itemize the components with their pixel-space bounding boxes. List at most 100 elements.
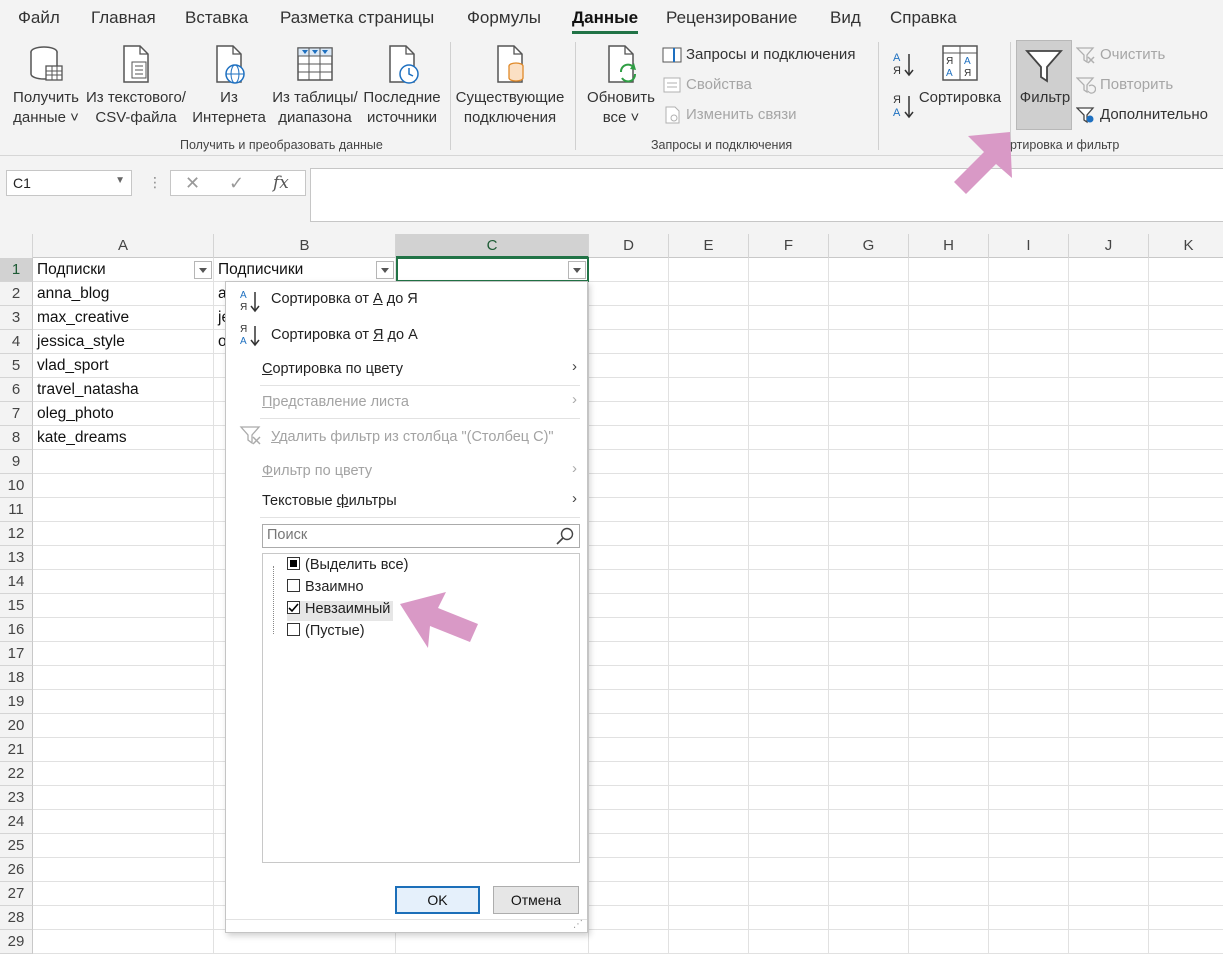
from-table-button[interactable]: Из таблицы/ диапазона <box>270 44 360 128</box>
row-header[interactable]: 19 <box>0 690 33 714</box>
filter-dropdown-a[interactable] <box>194 261 212 279</box>
enter-icon[interactable]: ✓ <box>229 173 244 194</box>
row-header[interactable]: 13 <box>0 546 33 570</box>
row-header[interactable]: 6 <box>0 378 33 402</box>
row-header[interactable]: 11 <box>0 498 33 522</box>
menu-sort-z-to-a[interactable]: Сортировка от Я до А <box>271 327 418 343</box>
row-header[interactable]: 27 <box>0 882 33 906</box>
clear-filter-button[interactable]: Очистить <box>1076 44 1165 66</box>
existing-connections-button[interactable]: Существующие подключения <box>455 44 565 128</box>
row-header[interactable]: 9 <box>0 450 33 474</box>
cancel-button[interactable]: Отмена <box>493 886 579 914</box>
properties-button[interactable]: Свойства <box>662 74 752 96</box>
recent-sources-button[interactable]: Последние источники <box>362 44 442 128</box>
tab-help[interactable]: Справка <box>890 8 957 28</box>
advanced-filter-button[interactable]: Дополнительно <box>1076 104 1208 126</box>
cell-a4[interactable]: jessica_style <box>33 330 214 354</box>
cell-a3[interactable]: max_creative <box>33 306 214 330</box>
list-item-select-all[interactable]: (Выделить все) <box>287 557 408 577</box>
drag-handle-icon[interactable]: ⋮ <box>148 174 162 191</box>
cell-a6[interactable]: travel_natasha <box>33 378 214 402</box>
row-header[interactable]: 20 <box>0 714 33 738</box>
row-header[interactable]: 1 <box>0 258 33 282</box>
ok-button[interactable]: OK <box>395 886 480 914</box>
insert-function-icon[interactable]: fx <box>273 173 289 193</box>
row-header[interactable]: 3 <box>0 306 33 330</box>
filter-dropdown-c[interactable] <box>568 261 586 279</box>
row-header[interactable]: 12 <box>0 522 33 546</box>
formula-input[interactable] <box>310 168 1223 222</box>
sort-button[interactable]: ЯА АЯ Сортировка <box>918 44 1002 108</box>
tab-insert[interactable]: Вставка <box>185 8 248 28</box>
row-header[interactable]: 7 <box>0 402 33 426</box>
row-header[interactable]: 16 <box>0 618 33 642</box>
row-header[interactable]: 8 <box>0 426 33 450</box>
column-header-k[interactable]: K <box>1149 234 1223 258</box>
select-all-corner[interactable] <box>0 234 33 258</box>
row-header[interactable]: 26 <box>0 858 33 882</box>
row-header[interactable]: 28 <box>0 906 33 930</box>
filter-dropdown-b[interactable] <box>376 261 394 279</box>
reapply-button[interactable]: Повторить <box>1076 74 1173 96</box>
checkbox-unchecked[interactable] <box>287 623 300 636</box>
row-header[interactable]: 24 <box>0 810 33 834</box>
cell-a2[interactable]: anna_blog <box>33 282 214 306</box>
resize-grip-icon[interactable]: ⋰ <box>573 919 583 930</box>
row-header[interactable]: 21 <box>0 738 33 762</box>
menu-sort-a-to-z[interactable]: Сортировка от А до Я <box>271 291 418 307</box>
list-item-non-mutual[interactable]: Невзаимный <box>287 601 394 621</box>
cancel-icon[interactable]: ✕ <box>185 173 200 194</box>
tab-formulas[interactable]: Формулы <box>467 8 541 28</box>
row-header[interactable]: 15 <box>0 594 33 618</box>
column-header-d[interactable]: D <box>589 234 669 258</box>
cell-a5[interactable]: vlad_sport <box>33 354 214 378</box>
column-header-b[interactable]: B <box>214 234 396 258</box>
get-data-button[interactable]: Получить данные ˅ <box>10 44 82 128</box>
cell-a1[interactable]: Подписки <box>33 258 193 282</box>
from-text-csv-button[interactable]: Из текстового/ CSV-файла <box>84 44 188 128</box>
row-header[interactable]: 22 <box>0 762 33 786</box>
filter-button[interactable]: Фильтр <box>1016 40 1072 130</box>
row-header[interactable]: 23 <box>0 786 33 810</box>
row-header[interactable]: 29 <box>0 930 33 954</box>
row-header[interactable]: 10 <box>0 474 33 498</box>
filter-search-input[interactable]: Поиск <box>262 524 580 548</box>
menu-sort-by-color[interactable]: Сортировка по цвету <box>262 361 580 377</box>
menu-clear-filter[interactable]: Удалить фильтр из столбца "(Столбец C)" <box>271 429 554 445</box>
row-header[interactable]: 5 <box>0 354 33 378</box>
cell-a7[interactable]: oleg_photo <box>33 402 214 426</box>
column-header-h[interactable]: H <box>909 234 989 258</box>
menu-filter-by-color[interactable]: Фильтр по цвету <box>262 463 580 479</box>
tab-view[interactable]: Вид <box>830 8 861 28</box>
menu-sheet-view[interactable]: Представление листа <box>262 394 580 410</box>
checkbox-checked[interactable] <box>287 601 300 614</box>
tab-data[interactable]: Данные <box>572 8 639 34</box>
row-header[interactable]: 17 <box>0 642 33 666</box>
cell-a8[interactable]: kate_dreams <box>33 426 214 450</box>
column-header-c[interactable]: C <box>396 234 589 258</box>
list-item-blanks[interactable]: (Пустые) <box>287 623 365 643</box>
column-header-f[interactable]: F <box>749 234 829 258</box>
from-web-button[interactable]: Из Интернета <box>190 44 268 128</box>
sort-az-button[interactable]: АЯ <box>892 50 916 82</box>
edit-links-button[interactable]: Изменить связи <box>662 104 797 126</box>
refresh-all-button[interactable]: Обновить все ˅ <box>585 44 657 128</box>
column-header-i[interactable]: I <box>989 234 1069 258</box>
row-header[interactable]: 2 <box>0 282 33 306</box>
column-header-g[interactable]: G <box>829 234 909 258</box>
cell-c1-selected[interactable] <box>396 257 589 282</box>
row-header[interactable]: 4 <box>0 330 33 354</box>
sort-za-button[interactable]: ЯА <box>892 92 916 124</box>
row-header[interactable]: 14 <box>0 570 33 594</box>
tab-page-layout[interactable]: Разметка страницы <box>280 8 434 28</box>
tab-file[interactable]: Файл <box>18 8 60 28</box>
checkbox-unchecked[interactable] <box>287 579 300 592</box>
column-header-e[interactable]: E <box>669 234 749 258</box>
row-header[interactable]: 18 <box>0 666 33 690</box>
cell-b1[interactable]: Подписчики <box>214 258 374 282</box>
checkbox-partial[interactable] <box>287 557 300 570</box>
list-item-mutual[interactable]: Взаимно <box>287 579 364 599</box>
tab-review[interactable]: Рецензирование <box>666 8 797 28</box>
column-header-j[interactable]: J <box>1069 234 1149 258</box>
menu-text-filters[interactable]: Текстовые фильтры <box>262 493 580 509</box>
